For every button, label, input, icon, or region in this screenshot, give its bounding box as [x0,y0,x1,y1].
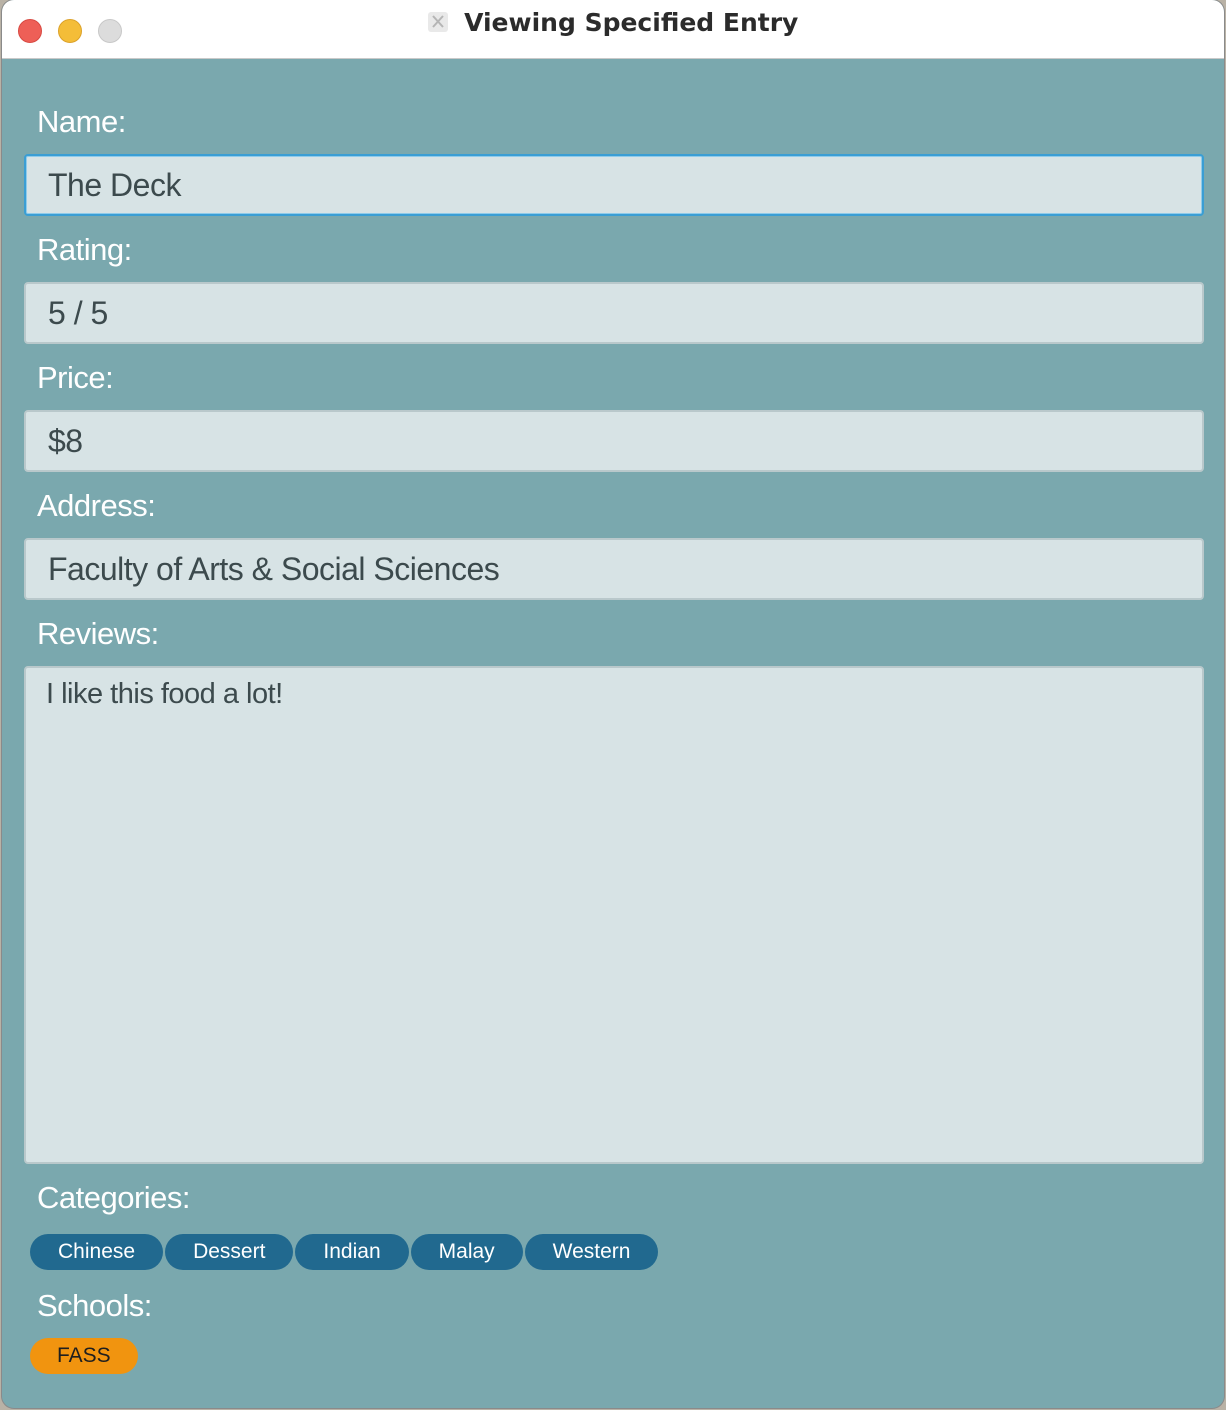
category-tags: Chinese Dessert Indian Malay Western [30,1234,659,1270]
window-title-wrap: Viewing Specified Entry [2,8,1224,46]
rating-field[interactable]: 5 / 5 [24,282,1204,344]
name-label: Name: [37,104,126,139]
window-title: Viewing Specified Entry [464,8,799,37]
school-tag-fass: FASS [30,1338,138,1374]
schools-label: Schools: [37,1288,152,1323]
category-tag-indian: Indian [295,1234,409,1270]
school-tags: FASS [30,1338,138,1374]
title-bar: Viewing Specified Entry [2,0,1224,59]
category-tag-dessert: Dessert [165,1234,294,1270]
reviews-label: Reviews: [37,616,159,651]
address-field[interactable]: Faculty of Arts & Social Sciences [24,538,1204,600]
app-window: Viewing Specified Entry Name: The Deck R… [2,0,1224,1408]
reviews-textarea[interactable]: I like this food a lot! [24,666,1204,1164]
rating-label: Rating: [37,232,132,267]
category-tag-chinese: Chinese [30,1234,164,1270]
categories-label: Categories: [37,1180,191,1215]
price-label: Price: [37,360,114,395]
app-icon [427,11,448,32]
name-field[interactable]: The Deck [24,154,1204,216]
category-tag-malay: Malay [410,1234,523,1270]
address-label: Address: [37,488,156,523]
price-field[interactable]: $8 [24,410,1204,472]
category-tag-western: Western [524,1234,659,1270]
